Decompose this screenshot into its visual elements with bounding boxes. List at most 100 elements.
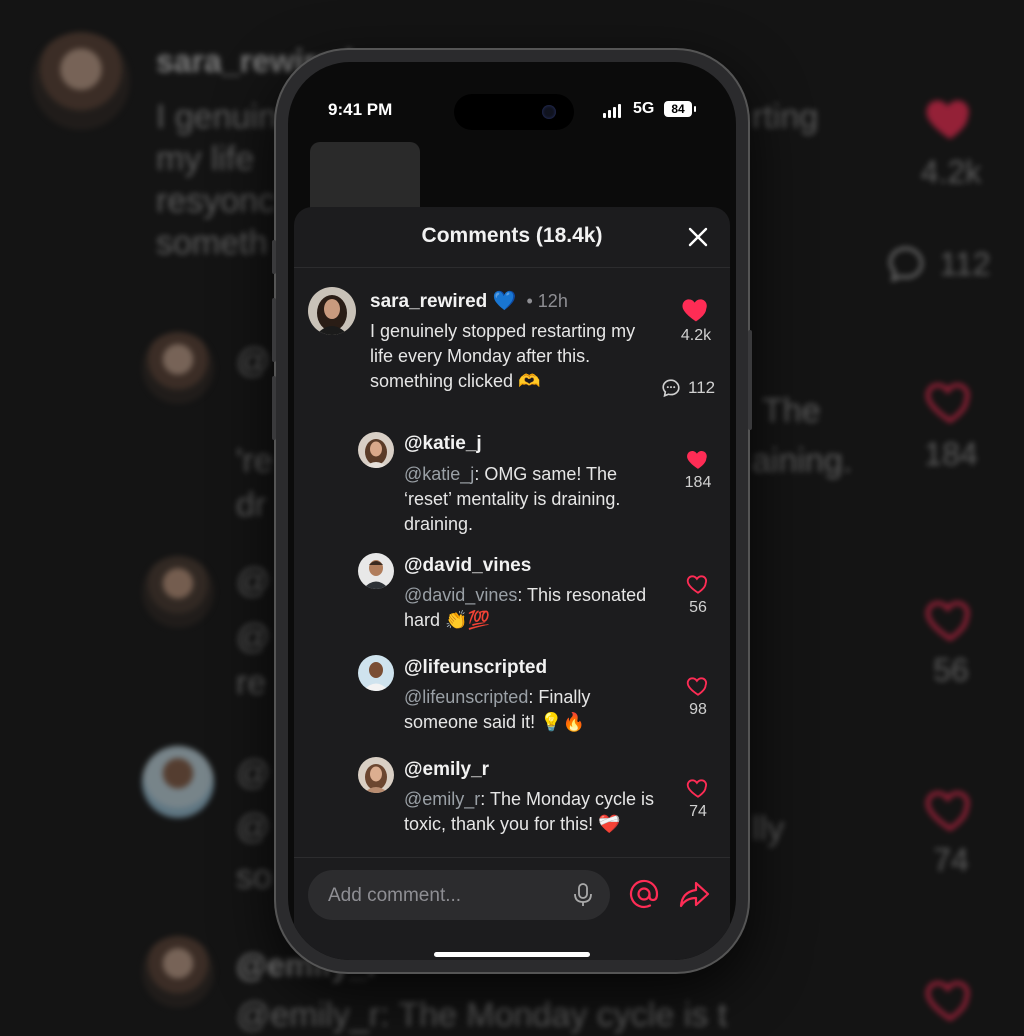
bg-text: The <box>762 392 821 430</box>
reply-comment: @lifeunscripted @lifeunscripted: Finally… <box>294 647 730 747</box>
avatar[interactable] <box>358 553 394 589</box>
like-count: 4.2k <box>680 327 712 344</box>
close-icon[interactable] <box>684 223 712 251</box>
username[interactable]: @david_vines <box>404 555 531 577</box>
username[interactable]: @katie_j <box>404 433 482 455</box>
mention-link[interactable]: @lifeunscripted <box>404 687 528 707</box>
mention-link[interactable]: @david_vines <box>404 585 517 605</box>
bg-avatar <box>142 332 214 404</box>
bg-text: @ <box>236 808 271 846</box>
bg-heart-icon <box>925 791 970 832</box>
username[interactable]: sara_rewired <box>370 291 487 312</box>
main-comment: sara_rewired 💙 • 12h I genuinely stopped… <box>294 269 730 419</box>
bg-text: aining. <box>752 442 853 480</box>
bg-heart-icon <box>925 383 970 424</box>
mic-icon[interactable] <box>572 882 594 908</box>
bg-count: 56 <box>933 652 969 688</box>
network-type: 5G <box>633 100 655 117</box>
bg-text: 're <box>236 442 273 480</box>
username[interactable]: @lifeunscripted <box>404 657 547 679</box>
username[interactable]: @emily_r <box>404 759 489 781</box>
bg-text: dr <box>236 486 267 524</box>
heart-outline-icon <box>686 575 708 594</box>
at-icon[interactable] <box>628 878 660 910</box>
bg-text: @ <box>236 562 271 600</box>
bg-text: rting <box>752 98 819 136</box>
avatar[interactable] <box>358 655 394 691</box>
comment-text: @lifeunscripted: Finally someone said it… <box>404 685 664 735</box>
bg-count: 74 <box>933 842 969 878</box>
like-count: 98 <box>689 701 707 718</box>
home-indicator <box>434 952 590 957</box>
bg-heart-icon <box>926 100 969 139</box>
power-button <box>748 330 752 430</box>
bg-count: 184 <box>924 436 978 472</box>
bg-text: @ <box>236 754 271 792</box>
like-button[interactable]: 4.2k <box>674 293 718 345</box>
avatar[interactable] <box>358 757 394 793</box>
reply-bubble-icon <box>662 379 680 398</box>
dynamic-island <box>454 94 574 130</box>
bg-avatar <box>142 936 214 1008</box>
comments-sheet: Comments (18.4k) sara_rewired 💙 • 12h I … <box>294 207 730 960</box>
heart-outline-icon <box>686 779 708 798</box>
heart-icon <box>682 299 707 322</box>
mention-link[interactable]: @katie_j <box>404 464 474 484</box>
like-button[interactable]: 184 <box>676 446 720 492</box>
comment-text: @david_vines: This resonated hard 👏💯 <box>404 583 664 633</box>
comment-text: @emily_r: The Monday cycle is toxic, tha… <box>404 787 684 837</box>
bg-text: lly <box>752 810 785 848</box>
sheet-header: Comments (18.4k) <box>294 207 730 268</box>
phone-screen: 9:41 PM 5G 84 Comments (18.4k) sara_rewi… <box>288 62 736 960</box>
bg-text: I genuin <box>156 98 277 136</box>
volume-up-button <box>272 298 276 362</box>
phone-frame: 9:41 PM 5G 84 Comments (18.4k) sara_rewi… <box>272 50 752 972</box>
comment-input[interactable] <box>326 870 560 922</box>
like-count: 56 <box>689 599 707 616</box>
like-count: 184 <box>684 474 712 491</box>
bg-avatar <box>142 556 214 628</box>
avatar[interactable] <box>358 432 394 468</box>
bg-count: 4.2k <box>920 154 982 190</box>
reply-count: 112 <box>688 378 716 397</box>
comment-text: I genuinely stopped restarting my life e… <box>370 321 636 391</box>
avatar[interactable] <box>308 287 356 335</box>
bg-text: someth <box>156 224 268 262</box>
heart-icon <box>687 450 707 469</box>
like-button[interactable]: 98 <box>676 673 720 719</box>
bg-text: @ <box>236 342 271 380</box>
verified-badge: 💙 <box>492 291 517 312</box>
like-count: 74 <box>689 803 707 820</box>
bg-count: 112 <box>939 246 991 282</box>
status-time: 9:41 PM <box>328 100 393 119</box>
bg-text: resyonc <box>156 182 276 220</box>
side-button <box>272 240 276 274</box>
reply-comment: @emily_r @emily_r: The Monday cycle is t… <box>294 749 730 849</box>
battery-level: 84 <box>671 102 685 116</box>
bg-heart-icon <box>925 601 970 642</box>
signal-icon <box>603 104 621 118</box>
battery-icon: 84 <box>664 101 696 117</box>
heart-outline-icon <box>686 677 708 696</box>
reply-comment: @katie_j @katie_j: OMG same! The ‘reset’… <box>294 422 730 542</box>
like-button[interactable]: 74 <box>676 775 720 821</box>
comment-header: sara_rewired 💙 • 12h <box>370 289 568 313</box>
camera-icon <box>542 105 556 119</box>
bg-text: so <box>236 858 272 896</box>
sheet-title: Comments (18.4k) <box>421 224 603 247</box>
reply-comment: @david_vines @david_vines: This resonate… <box>294 545 730 645</box>
comment-time: 12h <box>537 291 568 311</box>
volume-down-button <box>272 376 276 440</box>
separator-dot: • <box>521 291 538 311</box>
bg-text: re <box>236 664 267 702</box>
like-button[interactable]: 56 <box>676 571 720 617</box>
bg-text: @ <box>236 618 271 656</box>
share-icon[interactable] <box>678 880 710 908</box>
bg-text: my life <box>156 140 255 178</box>
bg-avatar <box>142 746 214 818</box>
mention-link[interactable]: @emily_r <box>404 789 480 809</box>
reply-count-button[interactable]: 112 <box>660 377 715 399</box>
bg-heart-icon <box>925 981 970 1022</box>
status-bar: 9:41 PM 5G 84 <box>288 90 736 130</box>
comment-input-pill <box>308 870 610 922</box>
